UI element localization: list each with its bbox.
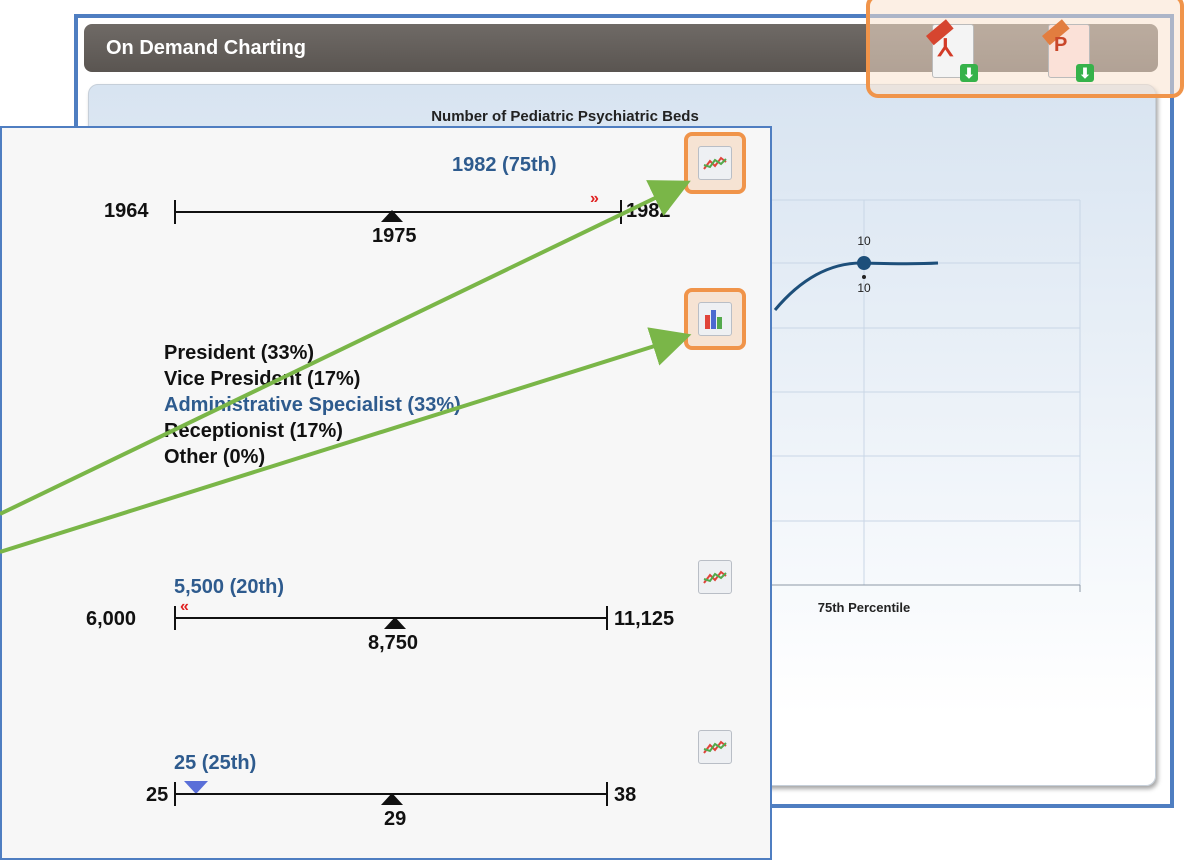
metric-value-label: 5,500 (20th) xyxy=(174,576,285,598)
range-end-tick xyxy=(620,200,622,224)
out-of-range-left-icon: « xyxy=(180,598,189,615)
median-marker-icon xyxy=(381,210,403,222)
line-chart-icon xyxy=(703,570,727,584)
metric-max: 38 xyxy=(614,784,637,806)
role-item: Administrative Specialist (33%) xyxy=(164,394,461,416)
metric-median: 8,750 xyxy=(368,632,419,654)
trend-chart-button[interactable] xyxy=(698,730,732,764)
metric-min: 25 xyxy=(146,784,169,806)
range-end-tick xyxy=(606,782,608,806)
metric-median: 1975 xyxy=(372,225,417,247)
chart-title: Number of Pediatric Psychiatric Beds xyxy=(431,108,699,125)
role-item: Receptionist (17%) xyxy=(164,420,343,442)
role-item: Vice President (17%) xyxy=(164,368,361,390)
download-icon: ⬇ xyxy=(1076,64,1094,82)
bar-chart-icon xyxy=(705,310,722,329)
window-title: On Demand Charting xyxy=(106,37,307,59)
out-of-range-right-icon: » xyxy=(590,190,599,207)
line-chart-icon xyxy=(703,156,727,170)
line-chart-icon xyxy=(703,740,727,754)
median-marker-icon xyxy=(384,617,406,629)
export-pdf-button[interactable]: ⅄ ⬇ xyxy=(926,19,978,84)
metric-max: 1982 xyxy=(626,200,671,222)
metric-min: 1964 xyxy=(104,200,149,222)
trend-chart-button[interactable] xyxy=(698,560,732,594)
role-item: President (33%) xyxy=(164,342,315,364)
export-powerpoint-button[interactable]: P ⬇ xyxy=(1042,19,1094,84)
download-icon: ⬇ xyxy=(960,64,978,82)
metric-value-label: 25 (25th) xyxy=(174,752,257,774)
role-distribution-list: President (33%) Vice President (17%) Adm… xyxy=(164,340,461,470)
role-item: Other (0%) xyxy=(164,446,266,468)
bar-chart-button[interactable] xyxy=(698,302,732,336)
metric-value-label: 1982 (75th) xyxy=(452,154,557,176)
trend-chart-button[interactable] xyxy=(698,146,732,180)
range-end-tick xyxy=(606,606,608,630)
metric-min: 6,000 xyxy=(86,608,137,630)
export-highlight xyxy=(866,0,1184,98)
acrobat-glyph: ⅄ xyxy=(938,35,953,62)
median-marker-icon xyxy=(381,793,403,805)
metric-median: 29 xyxy=(384,808,407,830)
ppt-glyph: P xyxy=(1054,34,1068,56)
metric-max: 11,125 xyxy=(614,608,675,630)
